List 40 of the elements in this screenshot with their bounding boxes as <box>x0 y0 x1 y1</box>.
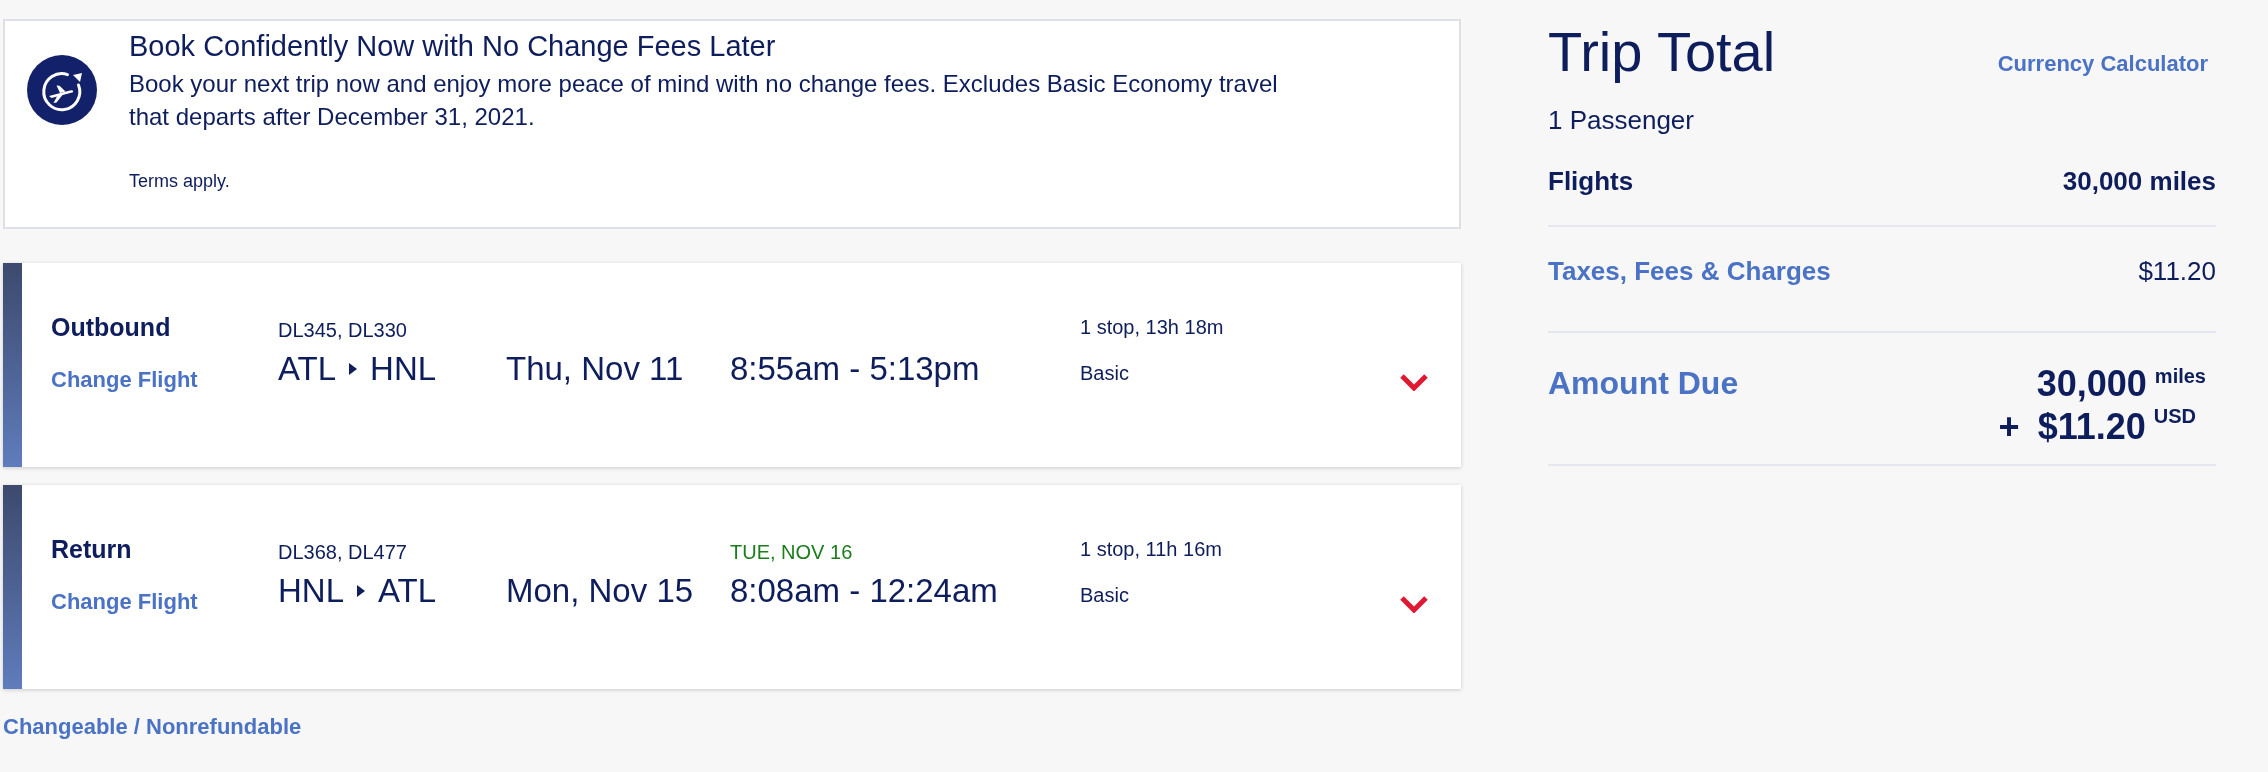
flight-times: 8:08am - 12:24am <box>730 571 998 611</box>
change-flight-link[interactable]: Change Flight <box>51 588 198 616</box>
amount-due-label: Amount Due <box>1548 364 1739 402</box>
change-flight-link[interactable]: Change Flight <box>51 366 198 394</box>
price-line-label: Flights <box>1548 165 1634 197</box>
leg-label: Outbound <box>51 312 171 342</box>
currency-calculator-link[interactable]: Currency Calculator <box>1997 50 2208 78</box>
flight-numbers: DL345, DL330 <box>278 318 407 342</box>
triangle-right-icon <box>357 585 366 597</box>
chevron-down-icon[interactable] <box>1399 373 1429 391</box>
plus-sign: + <box>1998 405 2020 449</box>
chevron-down-icon[interactable] <box>1399 595 1429 613</box>
origin-code: HNL <box>278 571 345 611</box>
plane-refresh-icon <box>27 55 97 125</box>
departure-date: Thu, Nov 11 <box>506 349 684 389</box>
triangle-right-icon <box>349 363 358 375</box>
banner-text: Book your next trip now and enjoy more peace of mind with no change fees. Excludes Basic Economy travel that departs after December 31, 2021. <box>129 69 1279 132</box>
cash-currency: USD <box>2153 404 2197 428</box>
destination-code: HNL <box>370 349 437 389</box>
price-line-value: 30,000 miles <box>2062 165 2216 197</box>
flight-times: 8:55am - 5:13pm <box>730 349 980 389</box>
fare-rules-link[interactable]: Changeable / Nonrefundable <box>3 714 302 739</box>
fare-class: Basic <box>1080 361 1129 385</box>
origin-code: ATL <box>278 349 337 389</box>
amount-due-miles: 30,000 <box>2036 364 2147 404</box>
miles-unit: miles <box>2154 364 2206 388</box>
price-line-value: $11.20 <box>2138 255 2216 287</box>
amount-due-cash: $11.20 <box>2037 405 2146 449</box>
flight-numbers: DL368, DL477 <box>278 540 407 564</box>
destination-code: ATL <box>378 571 437 611</box>
stops-duration: 1 stop, 11h 16m <box>1080 537 1222 561</box>
arrival-date-note: TUE, NOV 16 <box>730 541 853 563</box>
banner-title: Book Confidently Now with No Change Fees Later <box>129 29 776 64</box>
leg-label: Return <box>51 534 132 564</box>
price-line-link[interactable]: Taxes, Fees & Charges <box>1548 255 1831 287</box>
stops-duration: 1 stop, 13h 18m <box>1080 315 1224 339</box>
passenger-count: 1 Passenger <box>1548 104 1695 136</box>
fare-class: Basic <box>1080 583 1129 607</box>
terms-text: Terms apply. <box>129 170 230 193</box>
departure-date: Mon, Nov 15 <box>506 571 694 611</box>
